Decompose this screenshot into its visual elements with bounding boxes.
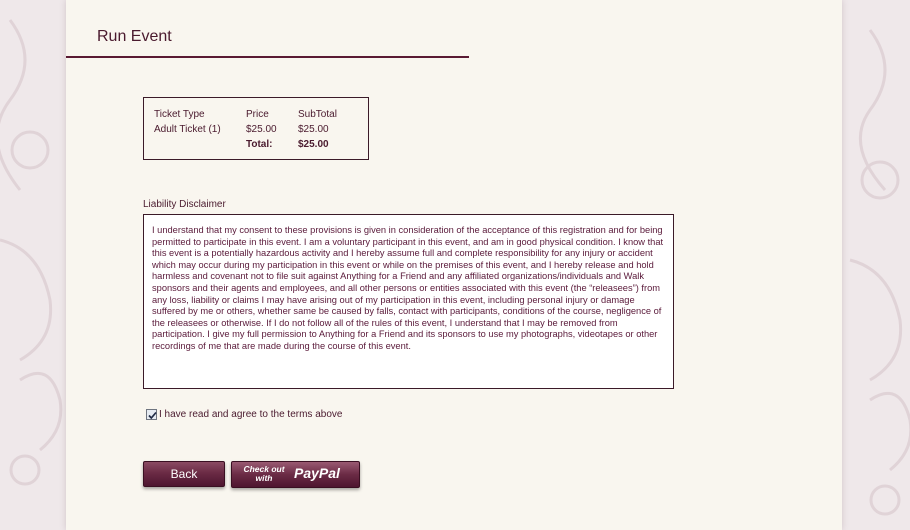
paypal-small-text: Check out with [243,464,285,483]
checkmark-icon [148,411,157,419]
ticket-table-header: Ticket Type Price SubTotal [154,109,368,124]
subtotal-cell: $25.00 [298,124,329,135]
ticket-table: Ticket Type Price SubTotal Adult Ticket … [154,109,368,154]
total-label: Total: [246,139,273,150]
ticket-type-cell: Adult Ticket (1) [154,124,221,135]
agree-row: I have read and agree to the terms above [146,407,342,421]
back-button[interactable]: Back [143,461,225,487]
table-row: Adult Ticket (1) $25.00 $25.00 [154,124,368,139]
agree-checkbox[interactable] [146,408,157,420]
paypal-checkout-button[interactable]: Check out with PayPal [231,461,360,488]
header-subtotal: SubTotal [298,109,337,120]
total-row: Total: $25.00 [154,139,368,154]
main-panel: Run Event Ticket Type Price SubTotal Adu… [66,0,842,530]
header-ticket-type: Ticket Type [154,109,205,120]
total-spacer [154,139,246,154]
paypal-logo-text: PayPal [294,465,340,481]
header-price: Price [246,109,269,120]
disclaimer-box[interactable]: I understand that my consent to these pr… [143,214,674,389]
total-value: $25.00 [298,139,329,150]
ticket-summary: Ticket Type Price SubTotal Adult Ticket … [143,97,369,160]
price-cell: $25.00 [246,124,277,135]
disclaimer-text: I understand that my consent to these pr… [152,225,664,351]
disclaimer-label: Liability Disclaimer [143,199,226,210]
page-title: Run Event [97,28,172,45]
title-underline [66,56,469,58]
agree-label: I have read and agree to the terms above [159,408,343,420]
